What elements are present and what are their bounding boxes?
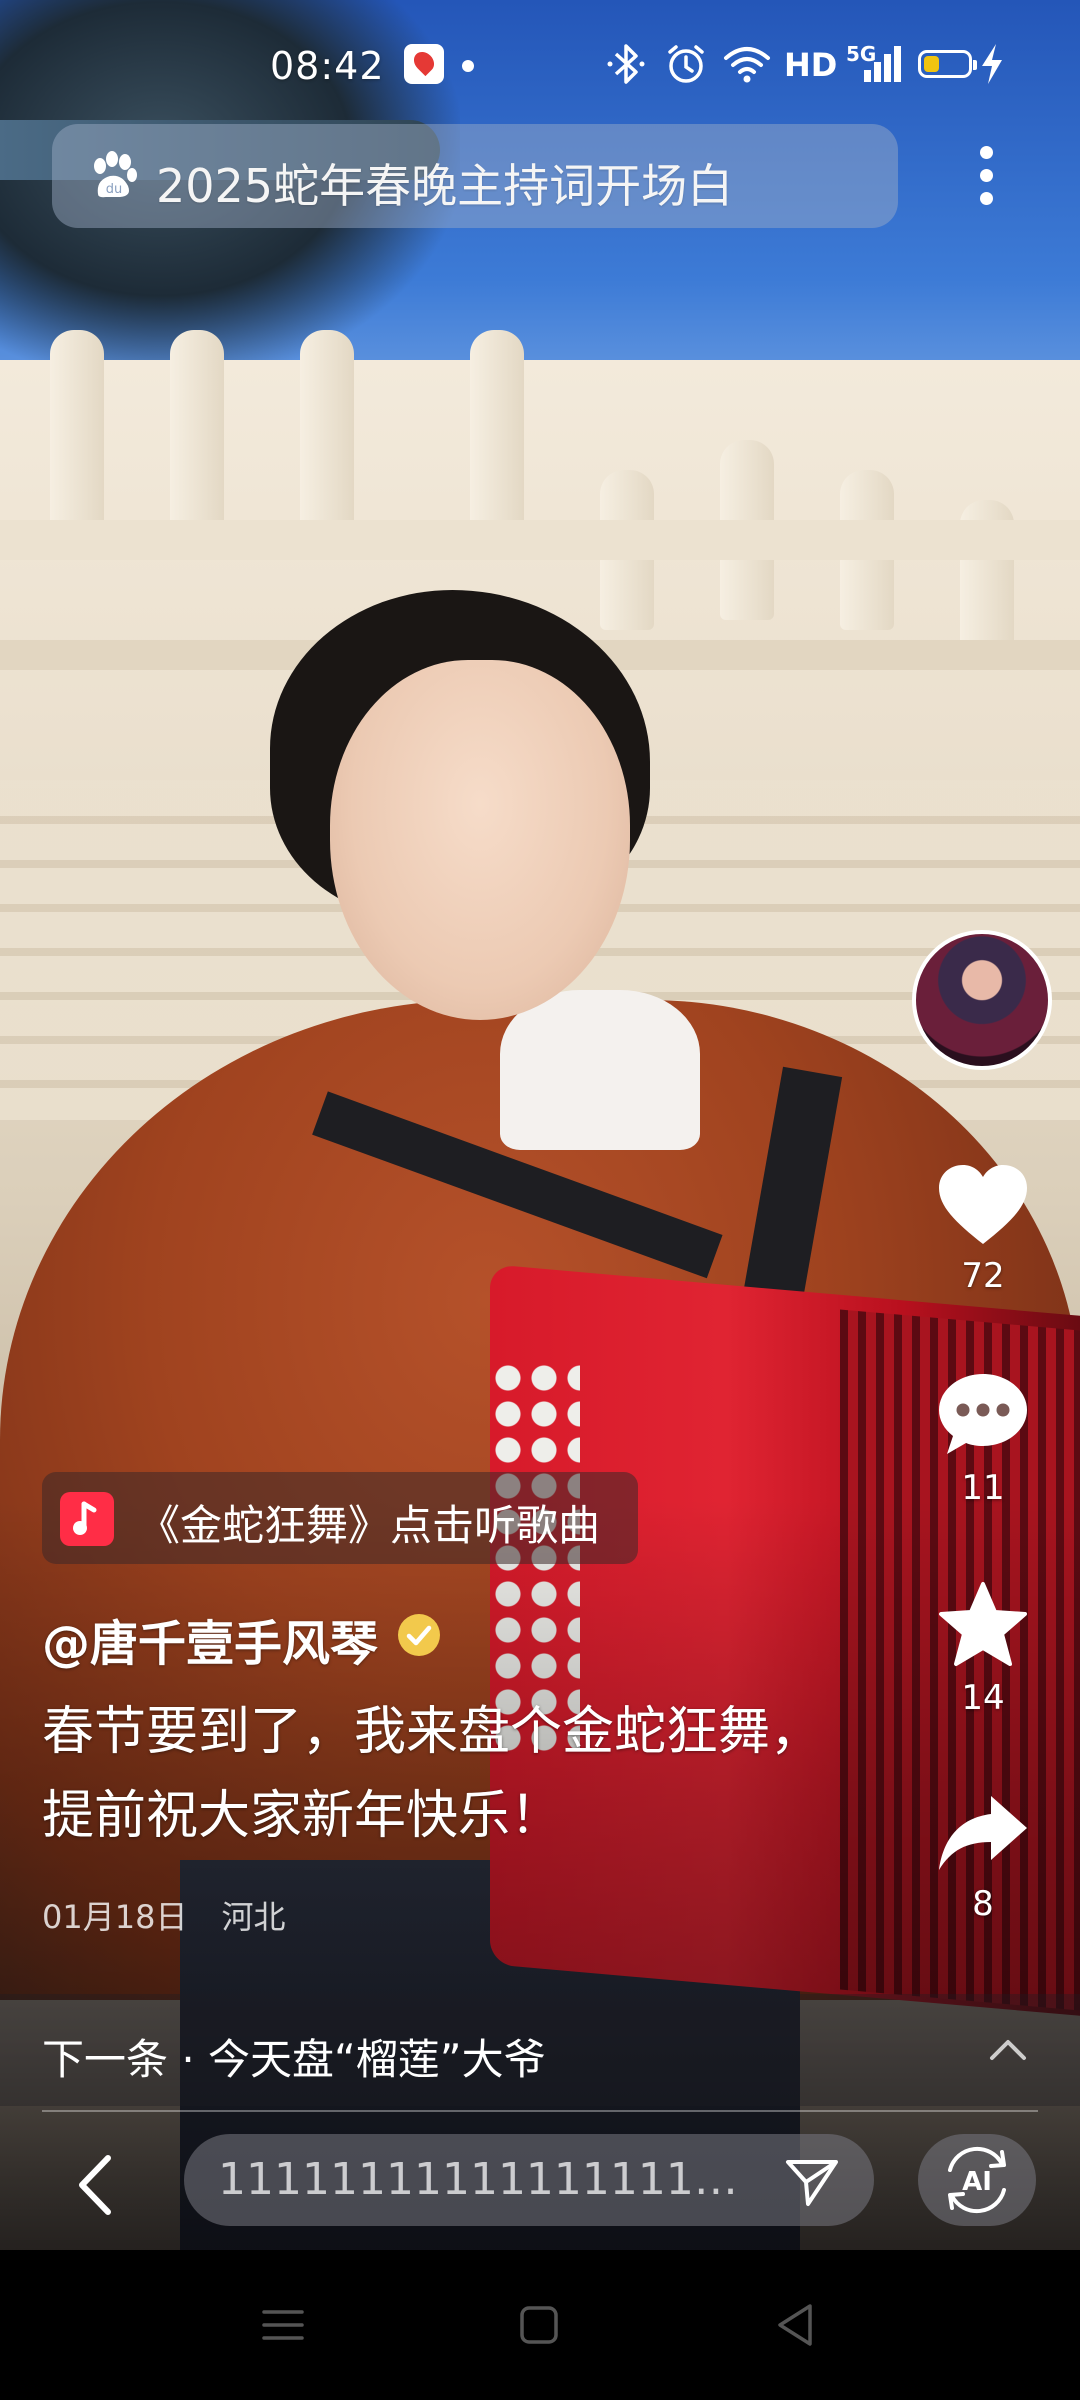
- post-date: 01月18日: [42, 1898, 188, 1936]
- alarm-icon: [668, 45, 704, 83]
- author-avatar[interactable]: [912, 930, 1052, 1070]
- like-button[interactable]: 72: [918, 1162, 1048, 1296]
- svg-text:du: du: [106, 182, 123, 197]
- comment-input-value[interactable]: 11111111111111111111111111111111111: [218, 2154, 758, 2205]
- share-arrow-icon: [939, 1796, 1027, 1870]
- share-count: 8: [972, 1884, 994, 1924]
- video-person-collar: [500, 990, 700, 1150]
- share-button[interactable]: 8: [918, 1790, 1048, 1924]
- divider: [42, 2110, 1038, 2112]
- author-name[interactable]: @唐千壹手风琴: [42, 1604, 378, 1674]
- heart-icon: [939, 1165, 1027, 1244]
- music-note-icon: [60, 1492, 114, 1546]
- verified-badge-icon: [398, 1614, 440, 1656]
- charging-bolt-icon: [982, 44, 1002, 84]
- comment-bubble-icon: [939, 1374, 1027, 1454]
- more-dot-icon: [980, 169, 993, 182]
- wifi-icon: [724, 47, 770, 83]
- battery-level: [924, 56, 939, 72]
- next-video-label: 下一条 · 今天盘“榴莲”大爷: [42, 2035, 546, 2084]
- like-count: 72: [961, 1256, 1005, 1296]
- notification-dot-icon: [462, 60, 474, 72]
- chevron-left-icon: [79, 2155, 111, 2215]
- post-location: 河北: [221, 1898, 286, 1936]
- post-meta: 01月18日 河北: [42, 1892, 285, 1938]
- back-button[interactable]: [64, 2150, 124, 2220]
- video-person-face: [330, 660, 630, 1020]
- favorite-count: 14: [961, 1678, 1005, 1718]
- music-title: 《金蛇狂舞》点击听歌曲: [138, 1501, 601, 1550]
- search-bar[interactable]: du 2025蛇年春晚主持词开场白: [52, 124, 898, 228]
- back-triangle-icon[interactable]: [770, 2300, 820, 2350]
- network-type-label: HD: [784, 46, 838, 84]
- status-time: 08:42: [270, 44, 385, 88]
- post-description[interactable]: 春节要到了，我来盘个金蛇狂舞，提前祝大家新年快乐！: [42, 1690, 842, 1858]
- battery-icon: [918, 50, 977, 78]
- search-query[interactable]: 2025蛇年春晚主持词开场白: [156, 150, 733, 216]
- ai-assistant-button[interactable]: AI: [918, 2134, 1036, 2226]
- bluetooth-icon: [607, 44, 645, 84]
- chevron-up-icon[interactable]: [988, 2030, 1028, 2070]
- comment-input[interactable]: 11111111111111111111111111111111111: [184, 2134, 874, 2226]
- recent-apps-icon[interactable]: [258, 2300, 308, 2350]
- more-dot-icon: [980, 192, 993, 205]
- star-icon: [939, 1582, 1027, 1666]
- favorite-button[interactable]: 14: [918, 1580, 1048, 1718]
- music-chip[interactable]: 《金蛇狂舞》点击听歌曲: [42, 1472, 638, 1564]
- system-navigation-bar: [0, 2250, 1080, 2400]
- status-bar: 08:42 HD 5G: [0, 30, 1080, 100]
- more-dot-icon: [980, 146, 993, 159]
- ai-refresh-icon: AI: [948, 2146, 1006, 2214]
- comment-count: 11: [961, 1468, 1005, 1508]
- send-icon[interactable]: [784, 2152, 840, 2208]
- comment-button[interactable]: 11: [918, 1370, 1048, 1508]
- home-icon[interactable]: [514, 2300, 564, 2350]
- baidu-paw-icon: du: [94, 151, 137, 198]
- more-options-button[interactable]: [956, 140, 1016, 212]
- next-video-bar[interactable]: 下一条 · 今天盘“榴莲”大爷: [0, 1994, 1080, 2106]
- app-screen: 08:42 HD 5G du 2025蛇年春晚主持词开场白 72 11 14 8…: [0, 0, 1080, 2400]
- video-rail-bar: [0, 520, 1080, 560]
- ai-label: AI: [962, 2167, 992, 2197]
- map-notification-icon: [404, 44, 444, 84]
- cell-signal-icon: [864, 46, 901, 82]
